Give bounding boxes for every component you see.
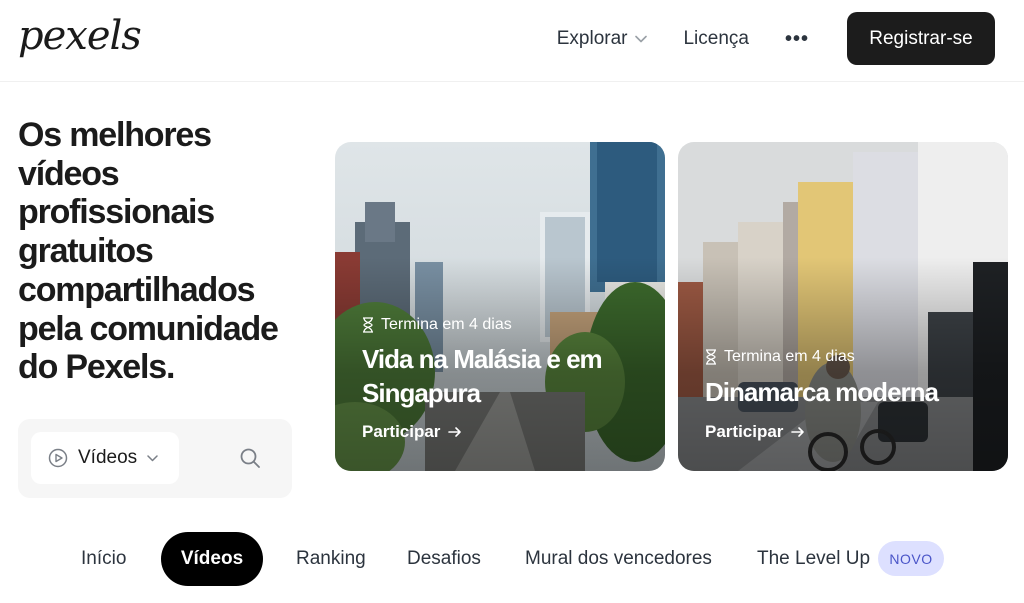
nav-explore[interactable]: Explorar [557, 28, 648, 50]
deadline-text: Termina em 4 dias [381, 316, 512, 333]
challenge-deadline: Termina em 4 dias [705, 348, 855, 366]
challenge-card-denmark[interactable]: Termina em 4 dias Dinamarca moderna Part… [678, 142, 1008, 471]
pexels-logo[interactable]: pexels [18, 12, 142, 60]
nav-explore-label: Explorar [556, 27, 628, 49]
arrow-right-icon [791, 427, 805, 437]
search-bar[interactable]: Vídeos [18, 419, 292, 498]
media-type-select[interactable]: Vídeos [31, 432, 179, 484]
chevron-down-icon [635, 35, 648, 42]
participate-label: Participar [705, 422, 784, 441]
tab-home[interactable]: Início [81, 532, 126, 586]
new-badge: NOVO [878, 541, 944, 576]
challenge-title: Dinamarca moderna [705, 377, 939, 407]
arrow-right-icon [448, 427, 462, 437]
section-tabs: Início Vídeos Ranking Desafios Mural dos… [0, 532, 1024, 586]
deadline-text: Termina em 4 dias [724, 348, 855, 365]
tab-winners[interactable]: Mural dos vencedores [525, 532, 712, 586]
tab-level-up[interactable]: The Level Up [757, 532, 870, 586]
participate-link[interactable]: Participar [705, 422, 805, 442]
more-menu-icon[interactable]: ••• [785, 29, 809, 49]
challenge-card-malaysia[interactable]: Termina em 4 dias Vida na Malásia e em S… [335, 142, 665, 471]
challenge-deadline: Termina em 4 dias [362, 316, 512, 334]
tab-challenges[interactable]: Desafios [407, 532, 481, 586]
participate-label: Participar [362, 422, 441, 441]
hourglass-icon [706, 349, 716, 365]
top-header: pexels Explorar Licença ••• Registrar-se [0, 0, 1024, 82]
media-type-label: Vídeos [78, 447, 138, 468]
challenge-title: Vida na Malásia e em Singapura [362, 344, 603, 408]
top-nav: Explorar Licença ••• Registrar-se [557, 12, 995, 65]
hero-title: Os melhores vídeos profissionais gratuit… [18, 116, 279, 387]
chevron-down-icon [147, 454, 158, 461]
tab-videos[interactable]: Vídeos [161, 532, 263, 586]
play-circle-icon [48, 448, 68, 468]
search-icon[interactable] [239, 447, 261, 469]
tab-ranking[interactable]: Ranking [296, 532, 366, 586]
nav-license[interactable]: Licença [683, 28, 749, 50]
hourglass-icon [363, 317, 373, 333]
participate-link[interactable]: Participar [362, 422, 462, 442]
register-button[interactable]: Registrar-se [847, 12, 995, 65]
